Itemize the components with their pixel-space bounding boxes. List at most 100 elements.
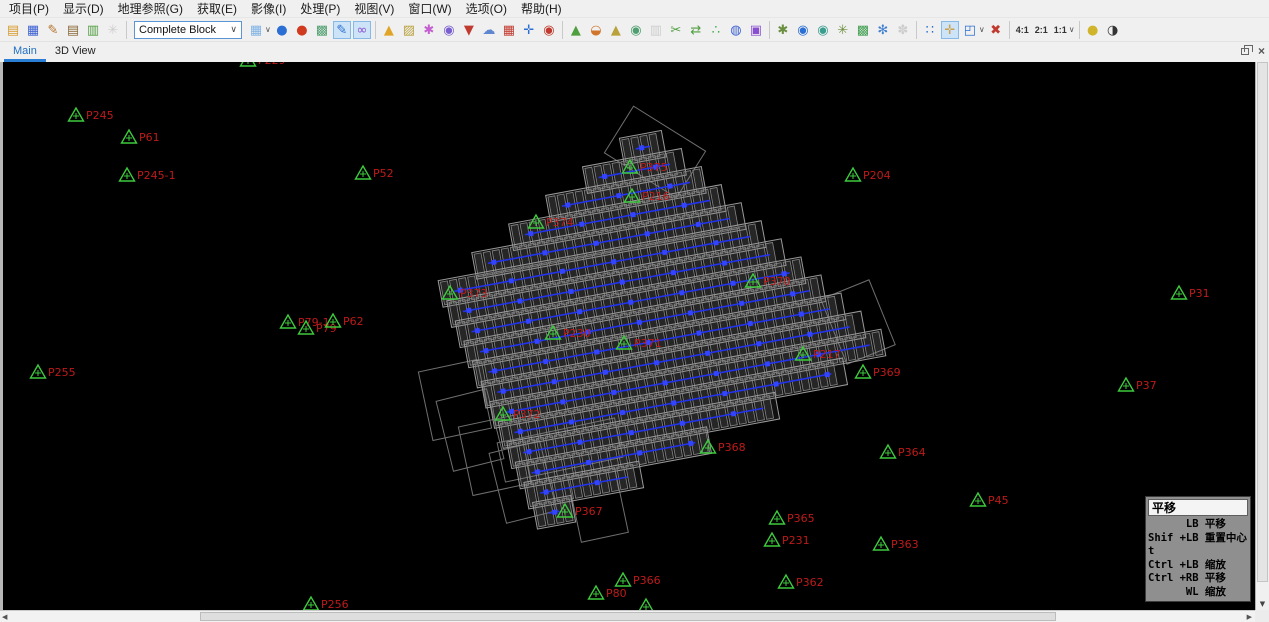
key-icon[interactable]: ● bbox=[1084, 21, 1102, 39]
gcp-label: P230 bbox=[563, 327, 591, 340]
control-point-P365[interactable]: P365 bbox=[770, 511, 815, 525]
control-point-P231[interactable]: P231 bbox=[765, 533, 810, 547]
terrain-eye2-icon[interactable]: ◉ bbox=[814, 21, 832, 39]
terrain-fan-icon[interactable]: ✻ bbox=[874, 21, 892, 39]
contrast-icon[interactable]: ◑ bbox=[1104, 21, 1122, 39]
horizontal-scrollbar[interactable]: ◀ ▶ bbox=[0, 610, 1255, 622]
terrain-move-icon[interactable]: ⇄ bbox=[687, 21, 705, 39]
gcp-cross-icon bbox=[885, 450, 891, 456]
control-point-P255[interactable]: P255 bbox=[31, 365, 76, 379]
gcp-triangle-icon[interactable]: ▲ bbox=[380, 21, 398, 39]
box-image-icon[interactable]: ▣ bbox=[747, 21, 765, 39]
zoom-window-icon-dropdown[interactable]: ∨ bbox=[979, 25, 985, 34]
mdi-restore-button[interactable] bbox=[1241, 48, 1249, 55]
camera-edit-icon[interactable]: ◉ bbox=[440, 21, 458, 39]
pattern-grid-icon[interactable]: ▦ bbox=[247, 21, 265, 39]
menu-georeference[interactable]: 地理参照(G) bbox=[111, 0, 190, 18]
control-point-unlabeled[interactable] bbox=[639, 599, 654, 610]
pushpin-icon[interactable]: ✛ bbox=[520, 21, 538, 39]
menu-options[interactable]: 选项(O) bbox=[459, 0, 514, 18]
control-point-P204[interactable]: P204 bbox=[846, 168, 891, 182]
tile-view-icon[interactable]: ∷ bbox=[921, 21, 939, 39]
horizontal-scrollbar-thumb[interactable] bbox=[200, 612, 1056, 621]
control-point-P37[interactable]: P37 bbox=[1119, 378, 1157, 392]
terrain-view-icon[interactable]: ◉ bbox=[627, 21, 645, 39]
menu-help[interactable]: 帮助(H) bbox=[514, 0, 569, 18]
image-edit-icon[interactable]: ▨ bbox=[400, 21, 418, 39]
toolbar: ▤▦✎▤▥✳Complete Block∨▦∨●●▩✎∞▲▨✱◉▼☁▦✛◉▲◒▲… bbox=[0, 18, 1269, 42]
sphere-red-icon[interactable]: ● bbox=[293, 21, 311, 39]
control-point-P363[interactable]: P363 bbox=[874, 537, 919, 551]
scroll-down-arrow-icon[interactable]: ▼ bbox=[1256, 600, 1269, 608]
menu-capture[interactable]: 获取(E) bbox=[190, 0, 244, 18]
menu-project[interactable]: 项目(P) bbox=[2, 0, 56, 18]
tab-main[interactable]: Main bbox=[4, 42, 46, 62]
terrain-build-icon[interactable]: ✱ bbox=[774, 21, 792, 39]
camera-red-icon[interactable]: ◉ bbox=[540, 21, 558, 39]
zoom-ratio-2-1[interactable]: 2:1 bbox=[1032, 25, 1051, 35]
control-point-P362[interactable]: P362 bbox=[779, 575, 824, 589]
pan-tool-icon[interactable]: ✛ bbox=[941, 21, 959, 39]
tab-3d-view[interactable]: 3D View bbox=[46, 42, 105, 62]
folder-tools-icon[interactable]: ▤ bbox=[64, 21, 82, 39]
ortho-image-icon[interactable]: ▩ bbox=[854, 21, 872, 39]
footprints-icon[interactable]: ∴ bbox=[707, 21, 725, 39]
menu-image[interactable]: 影像(I) bbox=[244, 0, 293, 18]
mdi-close-button[interactable]: × bbox=[1258, 46, 1265, 56]
control-point-P229[interactable]: P229 bbox=[241, 62, 286, 67]
control-point-P52[interactable]: P52 bbox=[356, 166, 394, 180]
control-point-P45[interactable]: P45 bbox=[971, 493, 1009, 507]
control-point-P61[interactable]: P61 bbox=[122, 130, 160, 144]
control-point-P80[interactable]: P80 bbox=[589, 586, 627, 600]
save-icon[interactable]: ▦ bbox=[24, 21, 42, 39]
block-select-chevron-icon[interactable]: ∨ bbox=[230, 24, 237, 35]
fit-view-icon[interactable]: ✖ bbox=[987, 21, 1005, 39]
cloud-icon[interactable]: ☁ bbox=[480, 21, 498, 39]
pick-tool-icon[interactable]: ✎ bbox=[333, 21, 351, 39]
gcp-label: P45 bbox=[988, 494, 1009, 507]
gcp-label: P231 bbox=[782, 534, 810, 547]
menu-window[interactable]: 窗口(W) bbox=[401, 0, 458, 18]
control-point-P364[interactable]: P364 bbox=[881, 445, 926, 459]
control-point-P256[interactable]: P256 bbox=[304, 597, 349, 610]
scroll-right-arrow-icon[interactable]: ▶ bbox=[1247, 613, 1252, 621]
menu-display[interactable]: 显示(D) bbox=[56, 0, 111, 18]
terrain-eye-icon[interactable]: ◉ bbox=[794, 21, 812, 39]
flask-icon[interactable]: ▼ bbox=[460, 21, 478, 39]
terrain-ball-icon[interactable]: ▲ bbox=[567, 21, 585, 39]
tab-bar: Main 3D View × bbox=[0, 42, 1269, 62]
vertical-scrollbar[interactable]: ▼ bbox=[1255, 62, 1269, 610]
vertical-scrollbar-thumb[interactable] bbox=[1257, 62, 1268, 582]
link-tool-icon[interactable]: ∞ bbox=[353, 21, 371, 39]
zoom-ratio-4-1[interactable]: 4:1 bbox=[1013, 25, 1032, 35]
block-select[interactable]: Complete Block∨ bbox=[134, 21, 242, 39]
terrain-edit-icon[interactable]: ▲ bbox=[607, 21, 625, 39]
control-point-P31[interactable]: P31 bbox=[1172, 286, 1210, 300]
control-point-P245-1[interactable]: P245-1 bbox=[120, 168, 176, 182]
image-view-icon[interactable]: ▩ bbox=[313, 21, 331, 39]
open-project-icon[interactable]: ▤ bbox=[4, 21, 22, 39]
zoom-ratio-dropdown[interactable]: ∨ bbox=[1069, 25, 1075, 34]
sphere-blue-icon[interactable]: ● bbox=[273, 21, 291, 39]
gcp-label: P363 bbox=[891, 538, 919, 551]
terrain-gear-icon[interactable]: ✳ bbox=[834, 21, 852, 39]
menu-view[interactable]: 视图(V) bbox=[347, 0, 401, 18]
edit-block-icon[interactable]: ✎ bbox=[44, 21, 62, 39]
grid-corners-icon[interactable]: ▦ bbox=[500, 21, 518, 39]
pattern-grid-icon-dropdown[interactable]: ∨ bbox=[265, 25, 271, 34]
menu-process[interactable]: 处理(P) bbox=[293, 0, 347, 18]
gcp-cross-icon bbox=[360, 171, 366, 177]
import-icon[interactable]: ▥ bbox=[84, 21, 102, 39]
scroll-left-arrow-icon[interactable]: ◀ bbox=[2, 613, 7, 621]
dome-icon[interactable]: ◒ bbox=[587, 21, 605, 39]
gcp-label: P371 bbox=[634, 337, 662, 350]
map-canvas[interactable]: P229P245P61P245-1P52P375P216P204P374P370… bbox=[0, 62, 1255, 610]
control-point-P366[interactable]: P366 bbox=[616, 573, 661, 587]
pinwheel-icon[interactable]: ✱ bbox=[420, 21, 438, 39]
database-icon[interactable]: ◍ bbox=[727, 21, 745, 39]
terrain-cut-icon[interactable]: ✂ bbox=[667, 21, 685, 39]
zoom-ratio-1-1[interactable]: 1:1 bbox=[1051, 25, 1070, 35]
zoom-window-icon[interactable]: ◰ bbox=[961, 21, 979, 39]
control-point-P369[interactable]: P369 bbox=[856, 365, 901, 379]
control-point-P245[interactable]: P245 bbox=[69, 108, 114, 122]
